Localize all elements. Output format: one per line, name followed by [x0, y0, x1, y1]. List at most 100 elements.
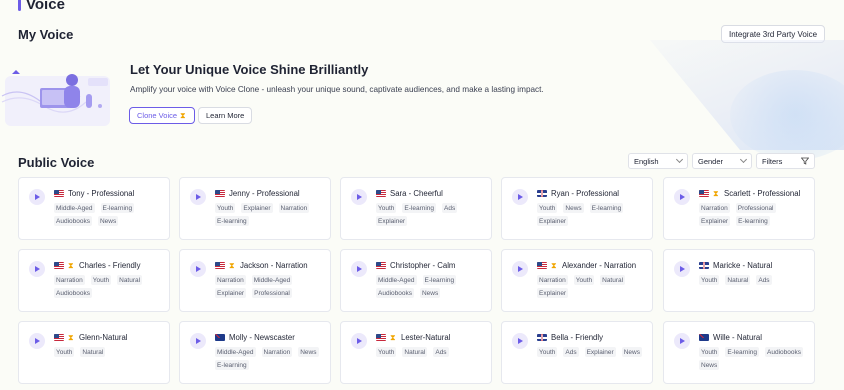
- voice-name: Jackson - Narration: [240, 261, 308, 270]
- play-icon[interactable]: [674, 333, 690, 349]
- voice-card[interactable]: Wille - Natural Youth E-learning Audiobooks…: [663, 321, 815, 384]
- us-flag-icon: [699, 190, 709, 197]
- voice-card[interactable]: ⧗ Charles - Friendly Narration Youth Natural…: [18, 249, 170, 312]
- page-title: Voice: [18, 0, 65, 13]
- voice-card-header: ⧗ Charles - Friendly: [54, 261, 141, 270]
- voice-card-header: Tony - Professional: [54, 189, 134, 198]
- voice-tag: Audiobooks: [54, 216, 92, 226]
- us-flag-icon: [376, 190, 386, 197]
- play-icon[interactable]: [190, 189, 206, 205]
- voice-tag: E-learning: [422, 275, 457, 285]
- filters-button[interactable]: Filters: [756, 153, 815, 169]
- us-flag-icon: [54, 262, 64, 269]
- voice-tag: E-learning: [725, 347, 760, 357]
- play-icon[interactable]: [351, 189, 367, 205]
- voice-name: Glenn-Natural: [79, 333, 128, 342]
- public-voice-title: Public Voice: [18, 155, 95, 170]
- voice-tag: E-learning: [215, 360, 249, 370]
- voice-card-header: Sara - Cheerful: [376, 189, 443, 198]
- chevron-down-icon: [739, 155, 748, 164]
- voice-tag: Natural: [80, 347, 106, 357]
- voice-clone-illustration: [1, 70, 110, 126]
- voice-tag: Explainer: [215, 288, 247, 298]
- voice-card[interactable]: ⧗ Scarlett - Professional Narration Profess…: [663, 177, 815, 240]
- filters-label: Filters: [762, 156, 783, 166]
- voice-tag: Youth: [573, 275, 595, 285]
- voice-name: Christopher - Calm: [390, 261, 456, 270]
- voice-tag: Explainer: [584, 347, 616, 357]
- voice-card[interactable]: ⧗ Jackson - Narration Narration Middle-Aged…: [179, 249, 331, 312]
- voice-tags: Middle-Aged Narration News E-learning: [215, 347, 327, 370]
- premium-coin-icon: ⧗: [390, 332, 396, 342]
- voice-card[interactable]: ⧗ Lester-Natural Youth Natural Ads: [340, 321, 492, 384]
- voice-tag: Narration: [261, 347, 293, 357]
- voice-tags: Youth E-learning Ads Explainer: [376, 203, 488, 226]
- play-icon[interactable]: [351, 333, 367, 349]
- voice-name: Tony - Professional: [68, 189, 135, 198]
- voice-card[interactable]: Tony - Professional Middle-Aged E-learning…: [18, 177, 170, 240]
- voice-card[interactable]: Jenny - Professional Youth Explainer Narrat…: [179, 177, 331, 240]
- voice-tag: Youth: [376, 203, 397, 213]
- voice-name: Scarlett - Professional: [724, 189, 801, 198]
- voice-card[interactable]: Christopher - Calm Middle-Aged E-learning A…: [340, 249, 492, 312]
- premium-coin-icon: ⧗: [68, 332, 74, 342]
- voice-tag: Professional: [252, 288, 292, 298]
- voice-name: Jenny - Professional: [229, 189, 300, 198]
- voice-tag: E-learning: [736, 216, 770, 226]
- voice-tag: Youth: [537, 203, 558, 213]
- voice-card[interactable]: ⧗ Alexander - Narration Narration Youth Natu…: [501, 249, 653, 312]
- voice-card-header: Bella - Friendly: [537, 333, 603, 342]
- voice-card[interactable]: ⧗ Glenn-Natural Youth Natural: [18, 321, 170, 384]
- play-icon[interactable]: [674, 261, 690, 277]
- voice-tag: Professional: [735, 203, 776, 213]
- learn-more-button[interactable]: Learn More: [198, 107, 253, 124]
- voice-tags: Middle-Aged E-learning Audiobooks News: [376, 275, 488, 298]
- play-icon[interactable]: [29, 333, 45, 349]
- voice-tag: Youth: [90, 275, 112, 285]
- voice-tag: E-learning: [215, 216, 249, 226]
- my-voice-title: My Voice: [18, 27, 74, 42]
- voice-name: Wille - Natural: [713, 333, 762, 342]
- play-icon[interactable]: [512, 333, 528, 349]
- play-icon[interactable]: [351, 261, 367, 277]
- voice-name: Maricke - Natural: [713, 261, 773, 270]
- play-icon[interactable]: [190, 333, 206, 349]
- voice-tag: Middle-Aged: [251, 275, 293, 285]
- play-icon[interactable]: [512, 189, 528, 205]
- voice-tag: Explainer: [537, 216, 569, 226]
- voice-card[interactable]: Bella - Friendly Youth Ads Explainer News: [501, 321, 653, 384]
- gender-select[interactable]: Gender: [692, 153, 752, 169]
- premium-coin-icon: ⧗: [713, 188, 719, 198]
- play-icon[interactable]: [29, 189, 45, 205]
- voice-name: Charles - Friendly: [79, 261, 141, 270]
- voice-tag: Explainer: [376, 216, 408, 226]
- us-flag-icon: [537, 262, 547, 269]
- voice-tag: Middle-Aged: [215, 347, 256, 357]
- voice-tag: E-learning: [402, 203, 437, 213]
- voice-tags: Youth Natural Ads: [699, 275, 811, 285]
- voice-card-header: Jenny - Professional: [215, 189, 300, 198]
- voice-tags: Youth Ads Explainer News: [537, 347, 649, 357]
- voice-tag: Ads: [563, 347, 579, 357]
- voice-card[interactable]: Molly - Newscaster Middle-Aged Narration Ne…: [179, 321, 331, 384]
- us-flag-icon: [376, 334, 386, 341]
- clone-voice-button[interactable]: Clone Voice ⧗: [129, 107, 196, 124]
- voice-tag: Youth: [699, 347, 720, 357]
- voice-tag: Narration: [54, 275, 85, 285]
- voice-card[interactable]: Sara - Cheerful Youth E-learning Ads Explain…: [340, 177, 492, 240]
- play-icon[interactable]: [674, 189, 690, 205]
- filter-icon: [801, 157, 809, 165]
- voice-tag: Audiobooks: [376, 288, 414, 298]
- voice-card[interactable]: Maricke - Natural Youth Natural Ads: [663, 249, 815, 312]
- premium-coin-icon: ⧗: [551, 260, 557, 270]
- hero-subtitle: Amplify your voice with Voice Clone - un…: [130, 85, 544, 94]
- voice-tags: Youth Explainer Narration E-learning: [215, 203, 327, 226]
- play-icon[interactable]: [29, 261, 45, 277]
- play-icon[interactable]: [512, 261, 528, 277]
- language-select[interactable]: English: [628, 153, 688, 169]
- voice-name: Alexander - Narration: [562, 261, 637, 270]
- voice-card-header: Ryan - Professional: [537, 189, 619, 198]
- play-icon[interactable]: [190, 261, 206, 277]
- voice-tag: Ads: [442, 203, 458, 213]
- voice-card[interactable]: Ryan - Professional Youth News E-learning Ex…: [501, 177, 653, 240]
